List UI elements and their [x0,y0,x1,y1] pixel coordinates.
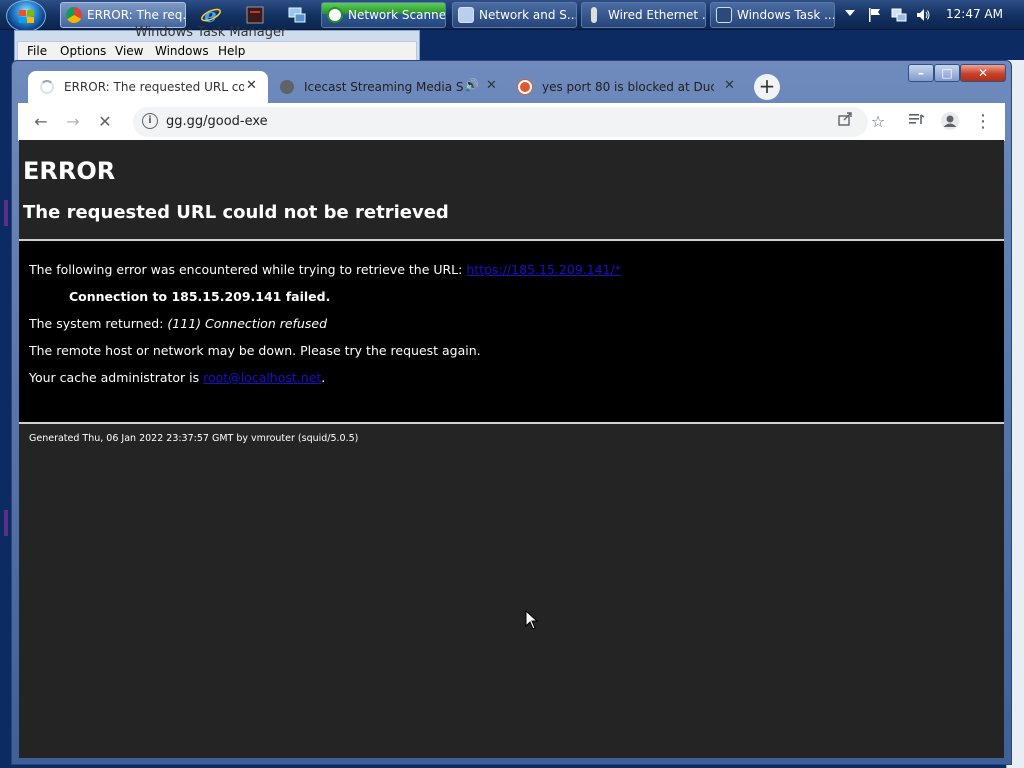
taskbar-button-network-scanner[interactable]: Network Scanner [321,2,446,28]
tab-error[interactable]: ERROR: The requested URL could ✕ [28,71,268,103]
menu-windows[interactable]: Windows [155,44,209,58]
site-info-icon[interactable]: i [142,113,158,129]
duckduckgo-icon [518,80,532,94]
cache-admin-prefix: Your cache administrator is [29,370,204,385]
page-content: ERROR The requested URL could not be ret… [19,140,1004,758]
globe-icon [280,80,294,94]
browser-toolbar: ← → ✕ i gg.gg/good-exe ☆ ⋮ [18,103,1005,141]
terminal-icon[interactable] [244,4,266,26]
menu-icon[interactable]: ⋮ [972,111,994,133]
system-returned-line: The system returned: (111) Connection re… [29,316,327,331]
action-center-flag-icon[interactable] [867,7,883,23]
network-scanner-icon [327,7,343,23]
error-url-prefix: The following error was encountered whil… [29,262,467,277]
address-bar[interactable]: i gg.gg/good-exe [133,107,868,137]
error-url-link[interactable]: https://185.15.209.141/* [466,262,621,277]
network-icon[interactable] [891,7,907,23]
menu-options[interactable]: Options [60,44,106,58]
new-tab-button[interactable]: + [754,74,780,100]
address-url[interactable]: gg.gg/good-exe [166,114,268,129]
audio-playing-icon[interactable]: 🔊 [464,78,479,92]
menu-view[interactable]: View [115,44,143,58]
page-title: ERROR [23,157,116,185]
page-subtitle: The requested URL could not be retrieved [23,202,449,223]
loading-spinner-icon [40,80,54,94]
error-details-block: The following error was encountered whil… [19,241,1004,422]
tab-close-icon[interactable]: ✕ [246,78,257,93]
taskbar-button-task-manager[interactable]: Windows Task ... [710,2,835,28]
internet-explorer-icon[interactable]: e [200,3,222,27]
ethernet-icon [591,7,597,23]
retry-advice-line: The remote host or network may be down. … [29,343,481,358]
close-window-button[interactable]: ✕ [960,64,1006,82]
taskbar-button-label: ERROR: The req... [87,8,186,22]
windows-logo-icon [19,10,35,24]
taskbar-button-network-sharing[interactable]: Network and S... [452,2,577,28]
taskbar-button-label: Network Scanner [348,8,446,22]
taskbar-button-label: Wired Ethernet ... [608,8,706,22]
taskbar-button-label: Windows Task ... [737,8,835,22]
start-button[interactable] [6,0,46,32]
menu-help[interactable]: Help [218,44,245,58]
tab-duckduckgo[interactable]: yes port 80 is blocked at DuckDu ✕ [506,71,746,103]
menu-file[interactable]: File [27,44,47,58]
chrome-icon [66,7,82,23]
menu-bar: File Options View Windows Help [17,41,417,61]
system-returned-prefix: The system returned: [29,316,168,331]
volume-icon[interactable] [915,7,931,23]
window-title: Windows Task Manager [135,25,287,40]
tab-title: yes port 80 is blocked at DuckDu [542,80,714,94]
task-manager-icon [716,7,732,23]
system-clock[interactable]: 12:47 AM [946,7,1003,21]
tab-title: Icecast Streaming Media Ser [304,80,464,94]
cache-admin-line: Your cache administrator is root@localho… [29,370,325,385]
background-window-edge [4,200,8,226]
tab-title: ERROR: The requested URL could [64,80,244,94]
minimize-button[interactable]: – [908,64,934,82]
divider [19,422,1004,424]
reading-list-icon[interactable] [906,111,928,133]
error-url-line: The following error was encountered whil… [29,262,621,277]
forward-arrow-icon[interactable]: → [62,111,84,133]
tab-close-icon[interactable]: ✕ [486,78,497,93]
background-window-edge [4,510,8,536]
maximize-button[interactable]: □ [934,64,960,82]
network-sharing-icon [458,7,474,23]
tab-icecast[interactable]: Icecast Streaming Media Ser 🔊 ✕ [268,71,504,103]
connection-failed-line: Connection to 185.15.209.141 failed. [69,289,331,304]
tab-close-icon[interactable]: ✕ [724,78,735,93]
cache-admin-email-link[interactable]: root@localhost.net [203,370,321,385]
cache-admin-suffix: . [321,370,326,385]
show-hidden-icons-arrow-icon[interactable] [845,10,855,16]
bookmark-star-icon[interactable]: ☆ [867,111,889,133]
share-icon[interactable] [834,111,856,133]
taskbar-button-label: Network and S... [479,8,577,22]
remote-desktop-icon[interactable] [286,4,308,26]
taskbar-button-wired-ethernet[interactable]: Wired Ethernet ... [581,2,706,28]
stop-loading-icon[interactable]: ✕ [94,111,116,133]
back-arrow-icon[interactable]: ← [30,111,52,133]
svg-text:e: e [204,4,217,26]
system-returned-detail: (111) Connection refused [167,316,327,331]
profile-icon[interactable] [939,111,961,133]
generated-footer: Generated Thu, 06 Jan 2022 23:37:57 GMT … [29,433,359,444]
